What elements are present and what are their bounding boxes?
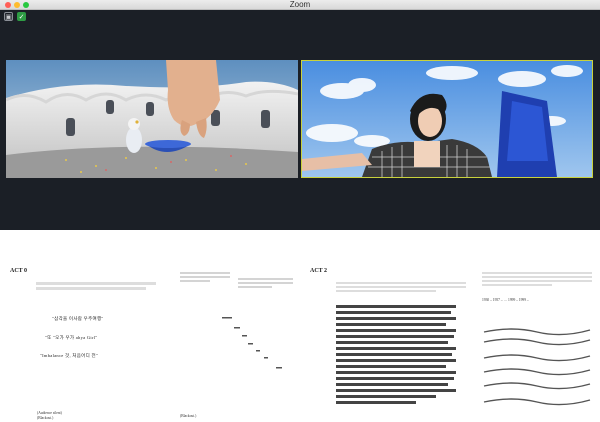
wave-script-lines <box>483 328 591 406</box>
audience-silent-note: (Audience silent) <box>37 411 62 415</box>
window-title: Zoom <box>289 0 311 9</box>
page4-intro-text <box>482 272 592 286</box>
handwriting-line-2: "또 "오가 우가 ahya Girl" <box>45 335 98 340</box>
handwriting-line-3: "Imbalance 것, 처음어디 전" <box>40 353 99 358</box>
act-0-heading: ACT 0 <box>10 268 28 274</box>
window-title-bar: Zoom <box>0 0 600 10</box>
participant-video-tile-1[interactable] <box>6 60 298 178</box>
handwriting-line-1: "삼각을 이사람 우주여행" <box>52 316 104 321</box>
view-icon[interactable]: ▣ <box>4 12 13 21</box>
page1-intro-text <box>36 282 166 290</box>
meeting-view: ▣ ✓ <box>0 10 600 230</box>
act-2-heading: ACT 2 <box>310 268 328 274</box>
timeline-text: 1930 – 1957 – … 1999 – 1999 – <box>482 298 529 302</box>
shield-icon[interactable]: ✓ <box>17 12 26 21</box>
dense-script-block <box>336 305 456 404</box>
blackout-note-2: (Blackout.) <box>180 414 197 418</box>
falling-text-diagram <box>222 317 282 369</box>
participant-video-tile-2[interactable] <box>301 60 593 178</box>
video-frame-bowl-scene <box>6 60 298 178</box>
shared-document: ACT 0 "삼각을 이사람 우주여행" "또 "오가 우가 ahya Girl… <box>0 230 600 422</box>
page2-text-block-2 <box>238 278 293 288</box>
blackout-note: (Blackout.) <box>37 416 54 420</box>
page3-intro-text <box>336 282 466 292</box>
video-frame-speaker <box>302 61 592 177</box>
page2-text-block <box>180 272 230 282</box>
